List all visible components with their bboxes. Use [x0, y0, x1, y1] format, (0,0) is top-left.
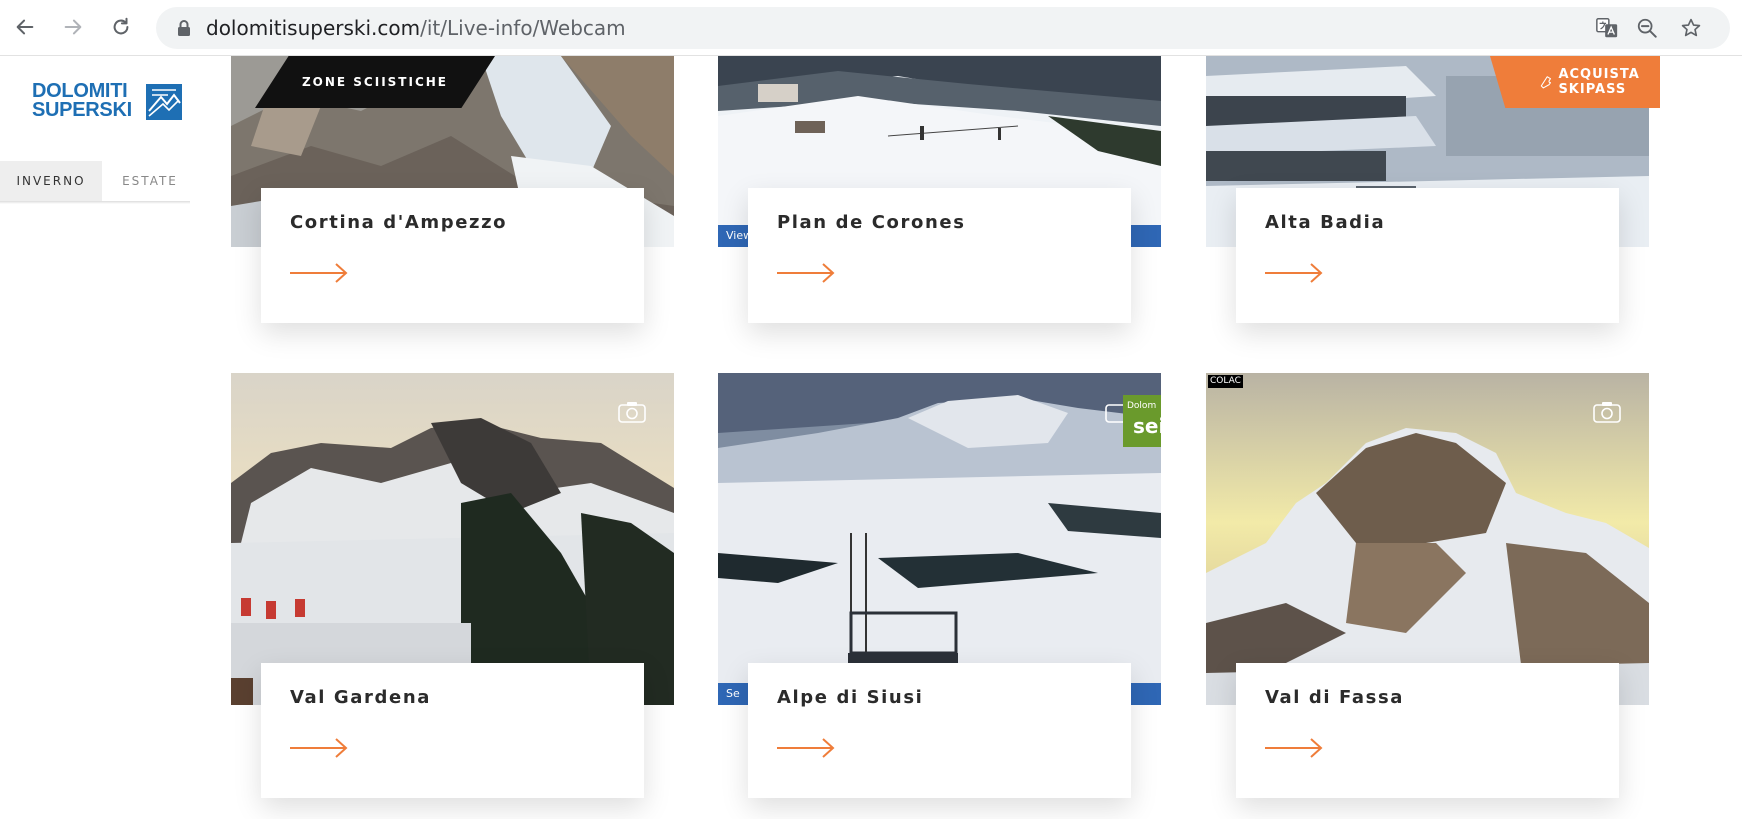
zoom-out-icon: [1637, 18, 1657, 38]
webcam-card-val-di-fassa[interactable]: COLAC Val di Fassa: [1206, 373, 1649, 819]
reload-button[interactable]: [104, 10, 138, 44]
zoom-button[interactable]: [1634, 15, 1660, 41]
translate-button[interactable]: [1594, 15, 1620, 41]
badge-big-text: sei: [1133, 414, 1161, 438]
dolomiti-superski-logo[interactable]: DOLOMITI SUPERSKI: [32, 81, 182, 122]
webcam-card-cortina[interactable]: ZONE SCIISTICHE Cortina d'Ampezzo: [231, 56, 674, 326]
tabs-divider: [0, 201, 190, 204]
card-panel[interactable]: Alta Badia: [1236, 188, 1619, 323]
forward-button[interactable]: [56, 10, 90, 44]
webcam-watermark: COLAC: [1208, 375, 1243, 388]
webcam-card-alta-badia[interactable]: ACQUISTA SKIPASS Alta Badia: [1206, 56, 1660, 326]
webcam-card-val-gardena[interactable]: Val Gardena: [231, 373, 674, 819]
arrow-right-icon[interactable]: [1265, 262, 1325, 284]
zone-sciistiche-label: ZONE SCIISTICHE: [301, 75, 449, 89]
ticket-icon: [1540, 76, 1551, 89]
webcam-card-alpe-di-siusi[interactable]: Dolom sei Se Alpe di Siusi: [718, 373, 1161, 819]
tab-estate[interactable]: ESTATE: [102, 161, 198, 201]
arrow-right-icon[interactable]: [777, 737, 837, 759]
webcam-image-val-gardena[interactable]: [231, 373, 674, 705]
card-panel[interactable]: Val Gardena: [261, 663, 644, 798]
logo-mark-icon: [146, 84, 182, 120]
lock-icon: [178, 20, 190, 36]
card-title: Alta Badia: [1265, 212, 1386, 233]
back-icon: [16, 19, 34, 35]
card-panel[interactable]: Val di Fassa: [1236, 663, 1619, 798]
card-title: Cortina d'Ampezzo: [290, 212, 508, 233]
tab-inverno[interactable]: INVERNO: [0, 161, 102, 201]
camera-icon[interactable]: [618, 401, 646, 423]
webcam-image-val-di-fassa[interactable]: COLAC: [1206, 373, 1649, 705]
card-title: Plan de Corones: [777, 212, 966, 233]
logo-line-2: SUPERSKI: [32, 99, 132, 121]
back-button[interactable]: [8, 10, 42, 44]
card-title: Val di Fassa: [1265, 687, 1405, 708]
card-panel[interactable]: Cortina d'Ampezzo: [261, 188, 644, 323]
camera-icon[interactable]: [1593, 401, 1621, 423]
webcam-image-alpe-di-siusi[interactable]: Dolom sei Se: [718, 373, 1161, 705]
webcam-page: DOLOMITI SUPERSKI INVERNO ESTATE ZONE SC…: [0, 56, 1742, 819]
webcam-scene-alpe-di-siusi: [718, 373, 1161, 705]
webcam-scene-val-gardena: [231, 373, 674, 705]
arrow-right-icon[interactable]: [290, 262, 350, 284]
acquista-skipass-label: ACQUISTA SKIPASS: [1558, 67, 1640, 97]
bookmark-star-icon: [1681, 18, 1701, 37]
card-panel[interactable]: Alpe di Siusi: [748, 663, 1131, 798]
seiser-alm-badge: Dolom sei: [1123, 395, 1161, 447]
season-tabs: INVERNO ESTATE: [0, 161, 200, 201]
webcam-scene-val-di-fassa: [1206, 373, 1649, 705]
arrow-right-icon[interactable]: [290, 737, 350, 759]
reload-icon: [113, 17, 129, 35]
card-title: Alpe di Siusi: [777, 687, 924, 708]
translate-icon: [1596, 18, 1618, 38]
url-host: dolomitisuperski.com: [206, 16, 421, 40]
card-panel[interactable]: Plan de Corones: [748, 188, 1131, 323]
address-bar[interactable]: dolomitisuperski.com/it/Live-info/Webcam: [156, 7, 1730, 49]
zone-sciistiche-banner[interactable]: ZONE SCIISTICHE: [255, 56, 495, 108]
logo-text: DOLOMITI SUPERSKI: [32, 81, 132, 121]
acquista-skipass-button[interactable]: ACQUISTA SKIPASS: [1490, 56, 1660, 108]
url-path: /it/Live-info/Webcam: [420, 16, 626, 40]
arrow-right-icon[interactable]: [777, 262, 837, 284]
browser-toolbar: dolomitisuperski.com/it/Live-info/Webcam: [0, 0, 1742, 56]
arrow-right-icon[interactable]: [1265, 737, 1325, 759]
forward-icon: [64, 19, 82, 35]
bookmark-button[interactable]: [1678, 15, 1704, 41]
card-title: Val Gardena: [290, 687, 431, 708]
url-text[interactable]: dolomitisuperski.com/it/Live-info/Webcam: [206, 16, 626, 40]
webcam-card-plan-de-corones[interactable]: View Plan de Corones: [718, 56, 1161, 326]
badge-small-text: Dolom: [1127, 401, 1157, 411]
